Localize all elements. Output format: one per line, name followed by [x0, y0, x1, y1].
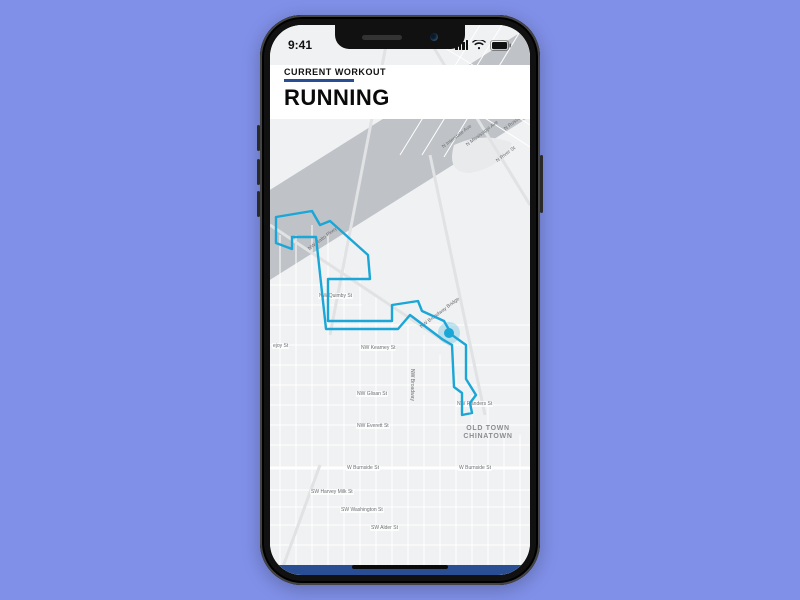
battery-icon — [490, 40, 512, 51]
screen: 9:41 — [270, 25, 530, 575]
status-time: 9:41 — [288, 38, 312, 52]
phone-mockup: 9:41 — [260, 15, 540, 585]
workout-header: CURRENT WORKOUT RUNNING — [270, 65, 530, 119]
current-location-marker — [444, 328, 454, 338]
workout-title: RUNNING — [284, 85, 516, 111]
accent-rule — [284, 79, 354, 82]
wifi-icon — [472, 40, 486, 50]
device-notch — [335, 25, 465, 49]
home-indicator[interactable] — [352, 565, 448, 569]
workout-label: CURRENT WORKOUT — [284, 67, 516, 77]
